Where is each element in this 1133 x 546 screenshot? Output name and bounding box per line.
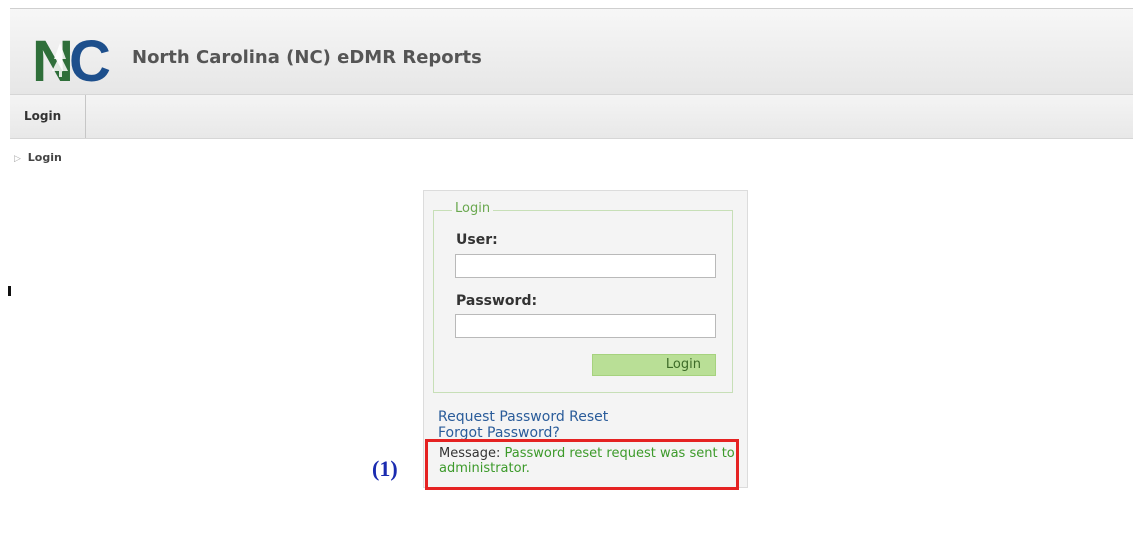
user-input[interactable]: [455, 254, 716, 278]
request-password-reset-link[interactable]: Request Password Reset: [438, 409, 608, 425]
app-title: North Carolina (NC) eDMR Reports: [132, 47, 482, 68]
top-nav: Login: [10, 94, 1133, 139]
forgot-password-link[interactable]: Forgot Password?: [438, 425, 560, 439]
breadcrumb-item-login[interactable]: Login: [28, 151, 62, 164]
fieldset-legend: Login: [452, 201, 494, 216]
annotation-highlight-box: [425, 439, 739, 490]
user-label: User:: [456, 232, 498, 248]
triangle-right-icon: ▷: [14, 154, 21, 164]
svg-text:C: C: [69, 31, 110, 89]
svg-text:N: N: [32, 31, 70, 89]
password-label: Password:: [456, 293, 538, 309]
breadcrumb: ▷ Login: [14, 151, 62, 164]
nc-logo: N C: [32, 29, 116, 94]
annotation-label: (1): [372, 456, 398, 481]
app-header: N C North Carolina (NC) eDMR Reports: [10, 8, 1133, 95]
login-button[interactable]: Login: [592, 354, 716, 376]
password-input[interactable]: [455, 314, 716, 338]
cursor-marker: [8, 286, 11, 296]
tab-login[interactable]: Login: [10, 95, 86, 138]
